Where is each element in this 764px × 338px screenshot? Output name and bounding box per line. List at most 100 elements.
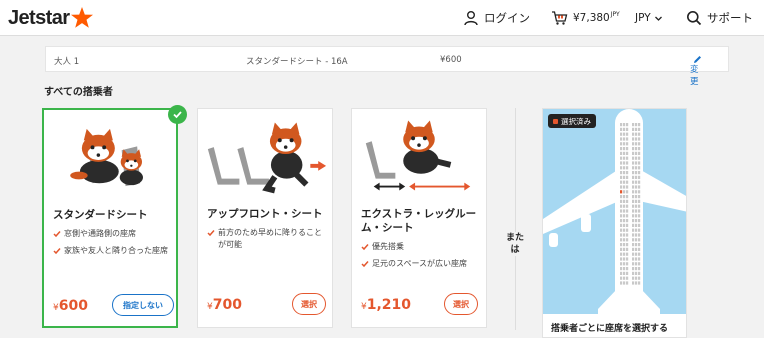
seat (638, 223, 641, 227)
cart-currency: JPY (610, 11, 620, 18)
seat (623, 204, 626, 208)
seat (638, 127, 641, 131)
seat (638, 262, 641, 266)
seat (620, 166, 623, 170)
seat (638, 195, 641, 199)
brand-name: Jetstar (8, 6, 70, 29)
support-button[interactable]: サポート (686, 8, 753, 28)
seat (620, 123, 623, 127)
seat-option-extra-legroom[interactable]: エクストラ・レッグルーム・シート 優先搭乗 足元のスペースが広い座席 ¥1,21… (351, 108, 487, 328)
seat (626, 185, 629, 189)
seat (632, 219, 635, 223)
feature-text: 足元のスペースが広い座席 (372, 259, 468, 268)
seat (635, 147, 638, 151)
seat-grid (620, 123, 641, 285)
seat (623, 209, 626, 213)
seat (623, 243, 626, 247)
seat (638, 190, 641, 194)
seat (626, 199, 629, 203)
seat (635, 209, 638, 213)
seat (632, 271, 635, 275)
seatmap-card[interactable]: 選択済み 搭乗者ごとに座席を選択する (542, 108, 687, 338)
seat (620, 214, 623, 218)
check-icon (53, 231, 61, 238)
seat (620, 127, 623, 131)
seat (635, 127, 638, 131)
seat (623, 214, 626, 218)
seat (626, 247, 629, 251)
seat (638, 147, 641, 151)
seat (623, 147, 626, 151)
red-panda-upfront-illustration (207, 122, 327, 194)
login-button[interactable]: ログイン (463, 8, 530, 28)
seat (638, 199, 641, 203)
seat (623, 262, 626, 266)
seat (626, 252, 629, 256)
seat-option-upfront[interactable]: アップフロント・シート 前方のため早めに降りることが可能 ¥700 選択 (197, 108, 333, 328)
seat (626, 127, 629, 131)
site-header: Jetstar ログイン ¥7,380 JPY JPY サポート (0, 0, 764, 36)
seat (620, 219, 623, 223)
selected-seat (620, 190, 623, 194)
seat (626, 228, 629, 232)
seat (635, 142, 638, 146)
seat (626, 190, 629, 194)
check-icon (207, 230, 215, 237)
login-label: ログイン (484, 11, 530, 25)
seat (626, 156, 629, 160)
seat (638, 166, 641, 170)
passenger-name: 大人 1 (54, 57, 80, 67)
seat (638, 161, 641, 165)
seat (638, 267, 641, 271)
decline-seat-button[interactable]: 指定しない (112, 294, 174, 316)
seat (638, 219, 641, 223)
seat (623, 252, 626, 256)
change-link[interactable]: 変更 (690, 55, 702, 87)
seat (620, 271, 623, 275)
seat (632, 233, 635, 237)
seat (632, 247, 635, 251)
seat (638, 233, 641, 237)
seat (626, 214, 629, 218)
seat (635, 262, 638, 266)
seat (632, 185, 635, 189)
seat (635, 190, 638, 194)
select-seat-button[interactable]: 選択 (292, 293, 326, 315)
seat (635, 223, 638, 227)
seat (626, 180, 629, 184)
cart-button[interactable]: ¥7,380 JPY (551, 8, 620, 28)
seat (638, 156, 641, 160)
seat (623, 190, 626, 194)
seat (626, 175, 629, 179)
seat (632, 151, 635, 155)
user-icon (464, 11, 478, 26)
seat (626, 243, 629, 247)
feature-text: 前方のため早めに降りることが可能 (218, 228, 322, 249)
seat (632, 209, 635, 213)
seat (623, 127, 626, 131)
feature-item: 足元のスペースが広い座席 (361, 258, 483, 270)
seat (626, 137, 629, 141)
seat (638, 180, 641, 184)
select-seat-button[interactable]: 選択 (444, 293, 478, 315)
price-value: 700 (212, 297, 242, 313)
seat (620, 223, 623, 227)
support-label: サポート (707, 11, 753, 25)
seat (632, 199, 635, 203)
seat (620, 252, 623, 256)
seat (620, 228, 623, 232)
seat (626, 271, 629, 275)
seat (635, 151, 638, 155)
selected-indicator (553, 118, 558, 124)
seat (632, 243, 635, 247)
seat (638, 171, 641, 175)
seat (620, 281, 623, 285)
seat-option-standard[interactable]: スタンダードシート 窓側や通路側の座席 家族や友人と隣り合った座席 ¥600 指… (42, 108, 178, 328)
seat (638, 204, 641, 208)
jetstar-logo[interactable]: Jetstar (8, 6, 94, 30)
seat (632, 175, 635, 179)
seat (635, 228, 638, 232)
seat (632, 228, 635, 232)
seat (623, 233, 626, 237)
currency-selector[interactable]: JPY (635, 8, 663, 28)
